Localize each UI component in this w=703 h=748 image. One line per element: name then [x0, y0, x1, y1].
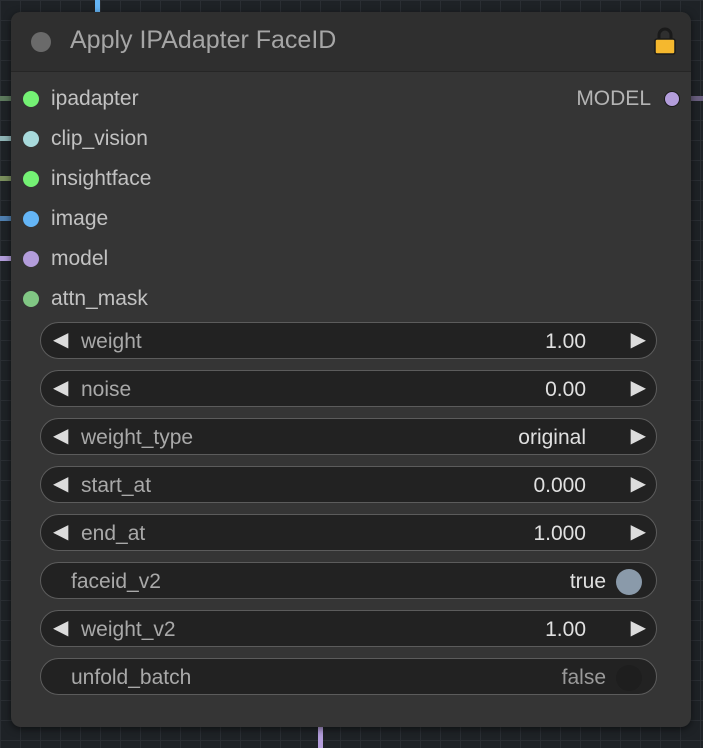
input-slot-clip-vision[interactable]: clip_vision	[11, 120, 461, 160]
input-slot-attn-mask[interactable]: attn_mask	[11, 280, 461, 320]
widget-faceid-v2-toggle[interactable]: faceid_v2 true	[40, 562, 657, 599]
attn-mask-slot-dot-icon[interactable]	[23, 291, 39, 307]
increment-arrow-icon[interactable]: ▶	[631, 474, 646, 494]
wire-bottom	[318, 727, 323, 748]
node-title-bar[interactable]: Apply IPAdapter FaceID	[11, 12, 691, 72]
image-slot-dot-icon[interactable]	[23, 211, 39, 227]
clip-vision-slot-dot-icon[interactable]	[23, 131, 39, 147]
wire-insightface	[0, 176, 11, 181]
decrement-arrow-icon[interactable]: ◀	[53, 618, 68, 638]
ipadapter-slot-dot-icon[interactable]	[23, 91, 39, 107]
widget-start-at[interactable]: ◀ start_at 0.000 ▶	[40, 466, 657, 503]
apply-ipadapter-faceid-node[interactable]: Apply IPAdapter FaceID ipadapter clip_vi…	[11, 12, 691, 727]
wire-clip-vision	[0, 136, 11, 141]
decrement-arrow-icon[interactable]: ◀	[53, 378, 68, 398]
wire-model	[0, 256, 11, 261]
input-slot-ipadapter[interactable]: ipadapter	[11, 80, 461, 120]
lock-icon[interactable]	[653, 26, 677, 56]
decrement-arrow-icon[interactable]: ◀	[53, 474, 68, 494]
wire-image	[0, 216, 11, 221]
widget-noise[interactable]: ◀ noise 0.00 ▶	[40, 370, 657, 407]
collapse-dot-icon[interactable]	[31, 32, 51, 52]
widget-weight[interactable]: ◀ weight 1.00 ▶	[40, 322, 657, 359]
increment-arrow-icon[interactable]: ▶	[631, 522, 646, 542]
widget-end-at[interactable]: ◀ end_at 1.000 ▶	[40, 514, 657, 551]
input-slot-image[interactable]: image	[11, 200, 461, 240]
decrement-arrow-icon[interactable]: ◀	[53, 330, 68, 350]
increment-arrow-icon[interactable]: ▶	[631, 618, 646, 638]
increment-arrow-icon[interactable]: ▶	[631, 378, 646, 398]
wire-output	[691, 96, 703, 101]
input-slot-model[interactable]: model	[11, 240, 461, 280]
model-slot-dot-icon[interactable]	[23, 251, 39, 267]
toggle-off-knob-icon[interactable]	[616, 665, 642, 691]
widget-weight-v2[interactable]: ◀ weight_v2 1.00 ▶	[40, 610, 657, 647]
output-slot-model[interactable]: MODEL	[491, 80, 691, 120]
insightface-slot-dot-icon[interactable]	[23, 171, 39, 187]
wire-top	[95, 0, 100, 12]
toggle-on-knob-icon[interactable]	[616, 569, 642, 595]
previous-option-arrow-icon[interactable]: ◀	[53, 426, 68, 446]
widget-unfold-batch-toggle[interactable]: unfold_batch false	[40, 658, 657, 695]
wire-ipadapter	[0, 96, 11, 101]
next-option-arrow-icon[interactable]: ▶	[631, 426, 646, 446]
input-slot-insightface[interactable]: insightface	[11, 160, 461, 200]
model-output-dot-icon[interactable]	[664, 91, 680, 107]
decrement-arrow-icon[interactable]: ◀	[53, 522, 68, 542]
widget-weight-type[interactable]: ◀ weight_type original ▶	[40, 418, 657, 455]
node-title: Apply IPAdapter FaceID	[70, 26, 337, 54]
increment-arrow-icon[interactable]: ▶	[631, 330, 646, 350]
